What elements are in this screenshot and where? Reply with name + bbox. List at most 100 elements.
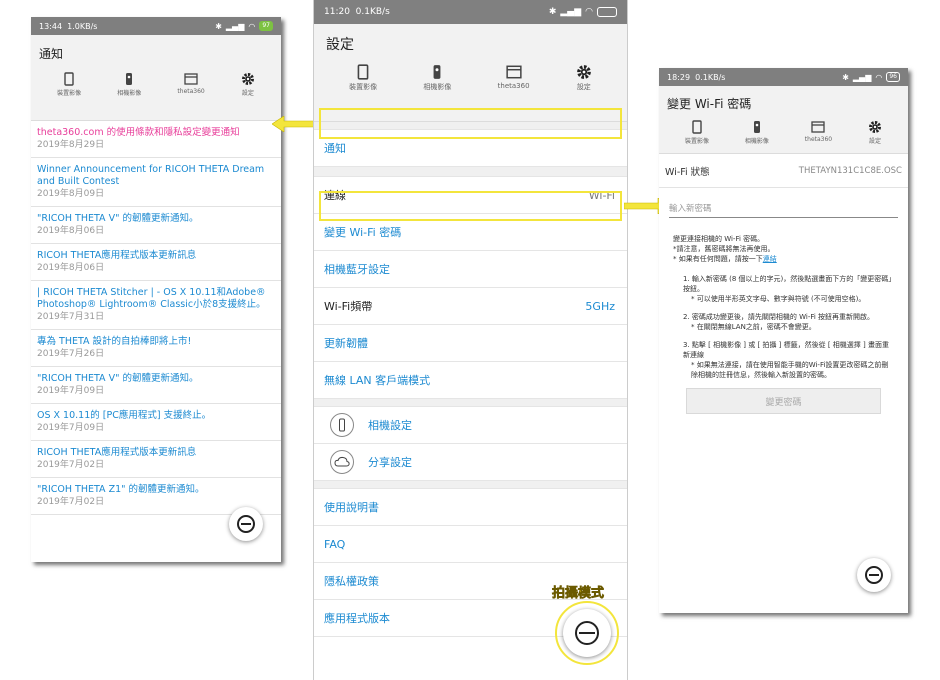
notification-title: "RICOH THETA Z1" 的韌體更新通知。 (37, 484, 205, 495)
tab-bar: 裝置影像 相機影像 theta360 設定 (667, 120, 900, 145)
wifi-band-value: 5GHz (585, 299, 615, 313)
tab-device-images[interactable]: 裝置影像 (349, 64, 377, 92)
setting-faq[interactable]: FAQ (314, 526, 627, 563)
shoot-mode-button[interactable] (563, 609, 611, 657)
tab-theta360[interactable]: theta360 (177, 72, 205, 97)
list-item[interactable]: "RICOH THETA V" 的韌體更新通知。 2019年7月09日 (31, 367, 281, 404)
list-item[interactable]: OS X 10.11的 [PC應用程式] 支援終止。 2019年7月09日 (31, 404, 281, 441)
browser-icon (811, 121, 826, 133)
gear-icon (869, 121, 882, 133)
shutter-icon (575, 621, 599, 645)
browser-icon (184, 73, 198, 85)
phone-icon (64, 72, 74, 86)
status-icons: ✱ ▂▄▆ ◠ (549, 7, 617, 17)
tab-settings[interactable]: 設定 (868, 120, 882, 145)
tab-camera-images[interactable]: 相機影像 (745, 120, 769, 145)
notification-list: theta360.com 的使用條款和隱私設定變更通知 2019年8月29日 Wi… (31, 121, 281, 515)
setting-update-firmware[interactable]: 更新韌體 (314, 325, 627, 362)
notification-title: RICOH THETA應用程式版本更新訊息 (37, 447, 197, 458)
tab-settings[interactable]: 設定 (241, 72, 255, 97)
tab-device-images[interactable]: 裝置影像 (57, 72, 81, 97)
tab-camera-images[interactable]: 相機影像 (423, 64, 451, 92)
list-item[interactable]: RICOH THETA應用程式版本更新訊息 2019年8月06日 (31, 244, 281, 281)
list-item[interactable]: "RICOH THETA V" 的韌體更新通知。 2019年8月06日 (31, 207, 281, 244)
camera-icon (330, 413, 354, 437)
status-speed: 1.0KB/s (67, 21, 98, 31)
wifi-icon: ◠ (875, 72, 883, 82)
list-item[interactable]: 專為 THETA 設計的自拍棒即將上市! 2019年7月26日 (31, 330, 281, 367)
list-item[interactable]: RICOH THETA應用程式版本更新訊息 2019年7月02日 (31, 441, 281, 478)
setting-user-manual[interactable]: 使用說明書 (314, 489, 627, 526)
wifi-status-label: Wi-Fi 狀態 (665, 166, 710, 178)
instruction-step: 3. 點擊 [ 相機影像 ] 或 [ 拍攝 ] 標籤，然後從 [ 相機選擇 ] … (683, 341, 889, 379)
notification-title: "RICOH THETA V" 的韌體更新通知。 (37, 373, 199, 384)
tab-theta360[interactable]: theta360 (805, 120, 832, 145)
settings-screen: 11:20 0.1KB/s ✱ ▂▄▆ ◠ 設定 裝置影像 相機影像 theta… (313, 0, 628, 680)
status-time: 18:29 (667, 72, 691, 82)
header: 變更 Wi-Fi 密碼 裝置影像 相機影像 theta360 設定 (659, 86, 908, 154)
status-bar: 11:20 0.1KB/s ✱ ▂▄▆ ◠ (314, 0, 627, 24)
notification-date: 2019年8月09日 (37, 189, 105, 199)
status-time: 11:20 (324, 7, 350, 17)
notification-title: | RICOH THETA Stitcher | - OS X 10.11和Ad… (37, 287, 266, 310)
page-title: 變更 Wi-Fi 密碼 (667, 97, 752, 111)
camera-icon (753, 121, 760, 133)
notification-title: RICOH THETA應用程式版本更新訊息 (37, 250, 197, 261)
highlight-change-wifi (319, 191, 622, 221)
notification-date: 2019年8月06日 (37, 263, 105, 273)
battery-icon: 96 (886, 72, 900, 82)
browser-icon (505, 65, 522, 79)
notification-title: 專為 THETA 設計的自拍棒即將上市! (37, 336, 192, 347)
setting-wifi-band[interactable]: Wi-Fi頻帶 5GHz (314, 288, 627, 325)
tab-theta360[interactable]: theta360 (498, 64, 530, 92)
tab-device-images[interactable]: 裝置影像 (685, 120, 709, 145)
gear-icon (241, 73, 254, 85)
status-bar: 18:29 0.1KB/s ✱ ▂▄▆ ◠ 96 (659, 68, 908, 86)
setting-camera-settings[interactable]: 相機設定 (314, 407, 627, 444)
notification-date: 2019年7月09日 (37, 386, 105, 396)
list-item[interactable]: Winner Announcement for RICOH THETA Drea… (31, 158, 281, 207)
battery-icon: 97 (259, 21, 273, 31)
status-speed: 0.1KB/s (355, 7, 390, 17)
battery-icon (597, 7, 617, 17)
signal-icon: ▂▄▆ (560, 7, 582, 17)
list-item[interactable]: | RICOH THETA Stitcher | - OS X 10.11和Ad… (31, 281, 281, 330)
help-link[interactable]: 連結 (763, 255, 777, 263)
wifi-status-value: THETAYN131C1C8E.OSC (798, 165, 902, 176)
bluetooth-icon: ✱ (842, 72, 849, 82)
notification-date: 2019年7月02日 (37, 497, 105, 507)
camera-icon (433, 65, 441, 79)
wifi-status-row: Wi-Fi 狀態 THETAYN131C1C8E.OSC (659, 154, 908, 188)
bluetooth-icon: ✱ (548, 7, 557, 17)
tab-camera-images[interactable]: 相機影像 (117, 72, 141, 97)
notification-date: 2019年7月31日 (37, 312, 105, 322)
bluetooth-icon: ✱ (215, 21, 222, 31)
new-password-input[interactable]: 輸入新密碼 (669, 202, 898, 218)
notification-date: 2019年8月29日 (37, 140, 105, 150)
setting-wlan-client-mode[interactable]: 無線 LAN 客戶端模式 (314, 362, 627, 399)
tab-settings[interactable]: 設定 (576, 64, 592, 92)
status-bar: 13:44 1.0KB/s ✱ ▂▄▆ ◠ 97 (31, 17, 281, 35)
signal-icon: ▂▄▆ (225, 21, 245, 31)
notification-title: OS X 10.11的 [PC應用程式] 支援終止。 (37, 410, 212, 421)
change-password-button[interactable]: 變更密碼 (686, 388, 881, 414)
section-divider (314, 167, 627, 177)
tab-bar: 裝置影像 相機影像 theta360 設定 (39, 72, 273, 97)
notification-date: 2019年7月09日 (37, 423, 105, 433)
section-divider (314, 399, 627, 407)
highlight-notifications (319, 108, 622, 139)
setting-share-settings[interactable]: 分享設定 (314, 444, 627, 481)
signal-icon: ▂▄▆ (852, 72, 872, 82)
notification-title: "RICOH THETA V" 的韌體更新通知。 (37, 213, 199, 224)
shoot-mode-button[interactable] (229, 507, 263, 541)
setting-camera-bluetooth[interactable]: 相機藍牙設定 (314, 251, 627, 288)
shoot-mode-button[interactable] (857, 558, 891, 592)
notification-title: Winner Announcement for RICOH THETA Drea… (37, 164, 265, 187)
notification-date: 2019年7月02日 (37, 460, 105, 470)
instruction-step: 1. 輸入新密碼 (8 個以上的字元)，然後點選畫面下方的「變更密碼」按鈕。 * … (683, 275, 892, 303)
cloud-icon (330, 450, 354, 474)
list-item[interactable]: theta360.com 的使用條款和隱私設定變更通知 2019年8月29日 (31, 121, 281, 158)
status-icons: ✱ ▂▄▆ ◠ 97 (215, 21, 273, 31)
gear-icon (576, 65, 591, 79)
tab-bar: 裝置影像 相機影像 theta360 設定 (326, 64, 615, 92)
